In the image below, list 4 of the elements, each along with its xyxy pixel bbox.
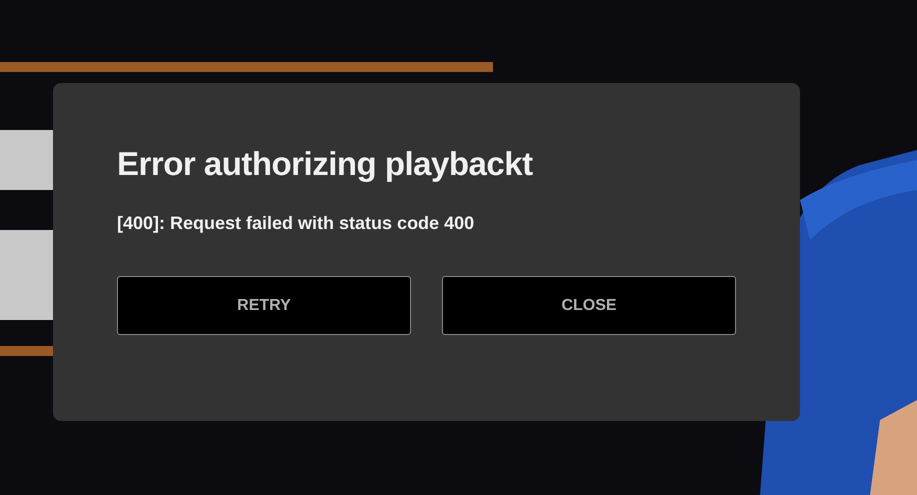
close-button[interactable]: CLOSE — [442, 276, 736, 335]
retry-button[interactable]: RETRY — [117, 276, 411, 335]
error-message: [400]: Request failed with status code 400 — [117, 213, 476, 234]
dialog-title: Error authorizing playbackt — [117, 145, 534, 183]
